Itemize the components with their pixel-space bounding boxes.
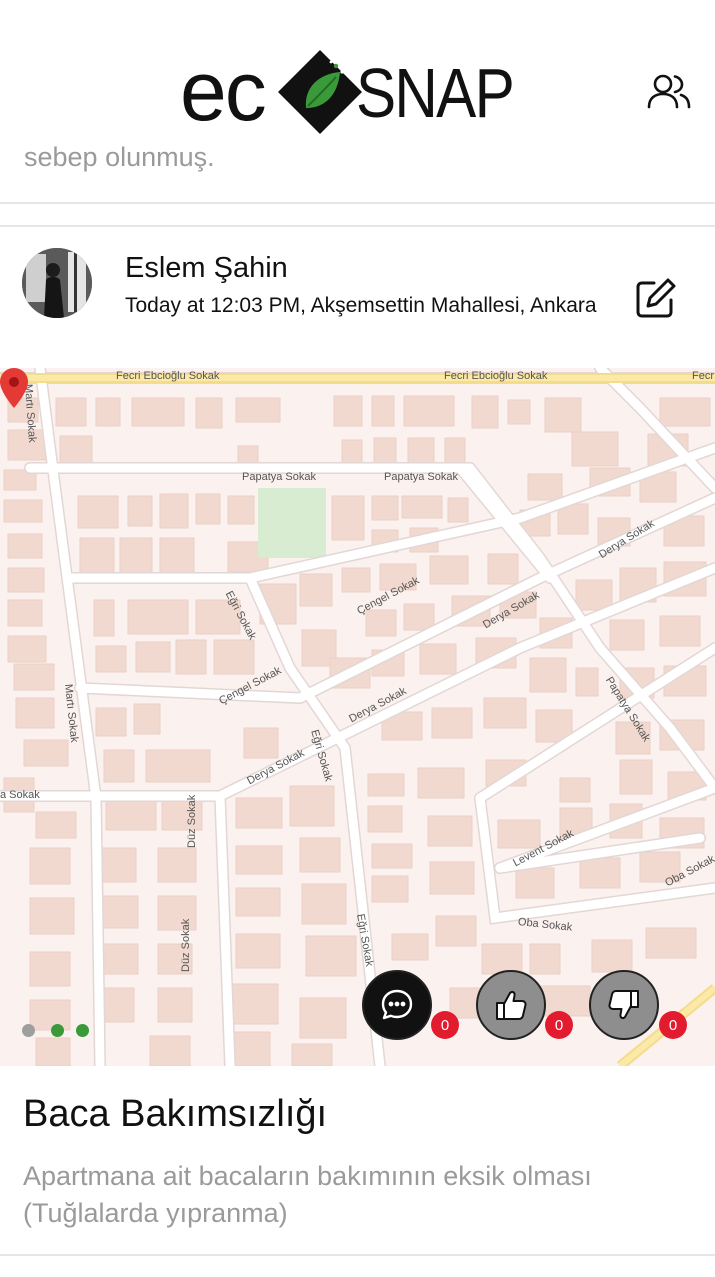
street-label: Papatya Sokak xyxy=(384,471,458,483)
carousel-dot[interactable] xyxy=(51,1024,64,1037)
comment-button[interactable] xyxy=(362,970,432,1040)
street-label: Papatya Sokak xyxy=(242,471,316,483)
post-author-name[interactable]: Eslem Şahin xyxy=(125,252,288,285)
dislike-button[interactable] xyxy=(589,970,659,1040)
street-label: Fecri Ebcioğlu Sokak xyxy=(444,370,548,382)
carousel-dot-active[interactable] xyxy=(22,1024,35,1037)
leaf-logo-icon xyxy=(278,50,362,134)
comment-icon xyxy=(381,989,413,1020)
card-divider xyxy=(0,225,715,227)
card-divider xyxy=(0,202,715,204)
street-label: Düz Sokak xyxy=(180,918,192,972)
like-count-badge: 0 xyxy=(545,1011,573,1039)
app-header: ec SNAP xyxy=(0,0,715,134)
thumbs-up-icon xyxy=(496,990,527,1020)
street-label: Düz Sokak xyxy=(186,794,198,848)
location-map[interactable]: Fecri Ebcioğlu Sokak Fecri Ebcioğlu Soka… xyxy=(0,368,715,1066)
carousel-dot[interactable] xyxy=(76,1024,89,1037)
avatar[interactable] xyxy=(22,248,92,318)
thumbs-down-icon xyxy=(608,990,639,1020)
avatar-photo xyxy=(22,248,92,318)
post-title: Baca Bakımsızlığı xyxy=(23,1093,328,1135)
comment-count-badge: 0 xyxy=(431,1011,459,1039)
dislike-count-badge: 0 xyxy=(659,1011,687,1039)
street-label: a Sokak xyxy=(0,789,40,801)
logo-text-eco: ec xyxy=(180,44,267,138)
logo-text-snap: SNAP xyxy=(356,54,515,132)
previous-post-description: sebep olunmuş. xyxy=(24,142,215,172)
like-button[interactable] xyxy=(476,970,546,1040)
location-pin-icon[interactable] xyxy=(0,368,28,408)
users-icon[interactable] xyxy=(646,70,692,114)
street-label: Fecri Ebcioğlu Sokak xyxy=(116,370,220,382)
edit-icon[interactable] xyxy=(634,276,678,320)
post-description: Apartmana ait bacaların bakımının eksik … xyxy=(23,1161,592,1228)
card-divider xyxy=(0,1254,715,1256)
ecosnap-logo: ec SNAP xyxy=(180,48,530,134)
street-label: Fecr xyxy=(692,370,714,382)
post-time-location: Today at 12:03 PM, Akşemsettin Mahallesi… xyxy=(125,294,597,317)
